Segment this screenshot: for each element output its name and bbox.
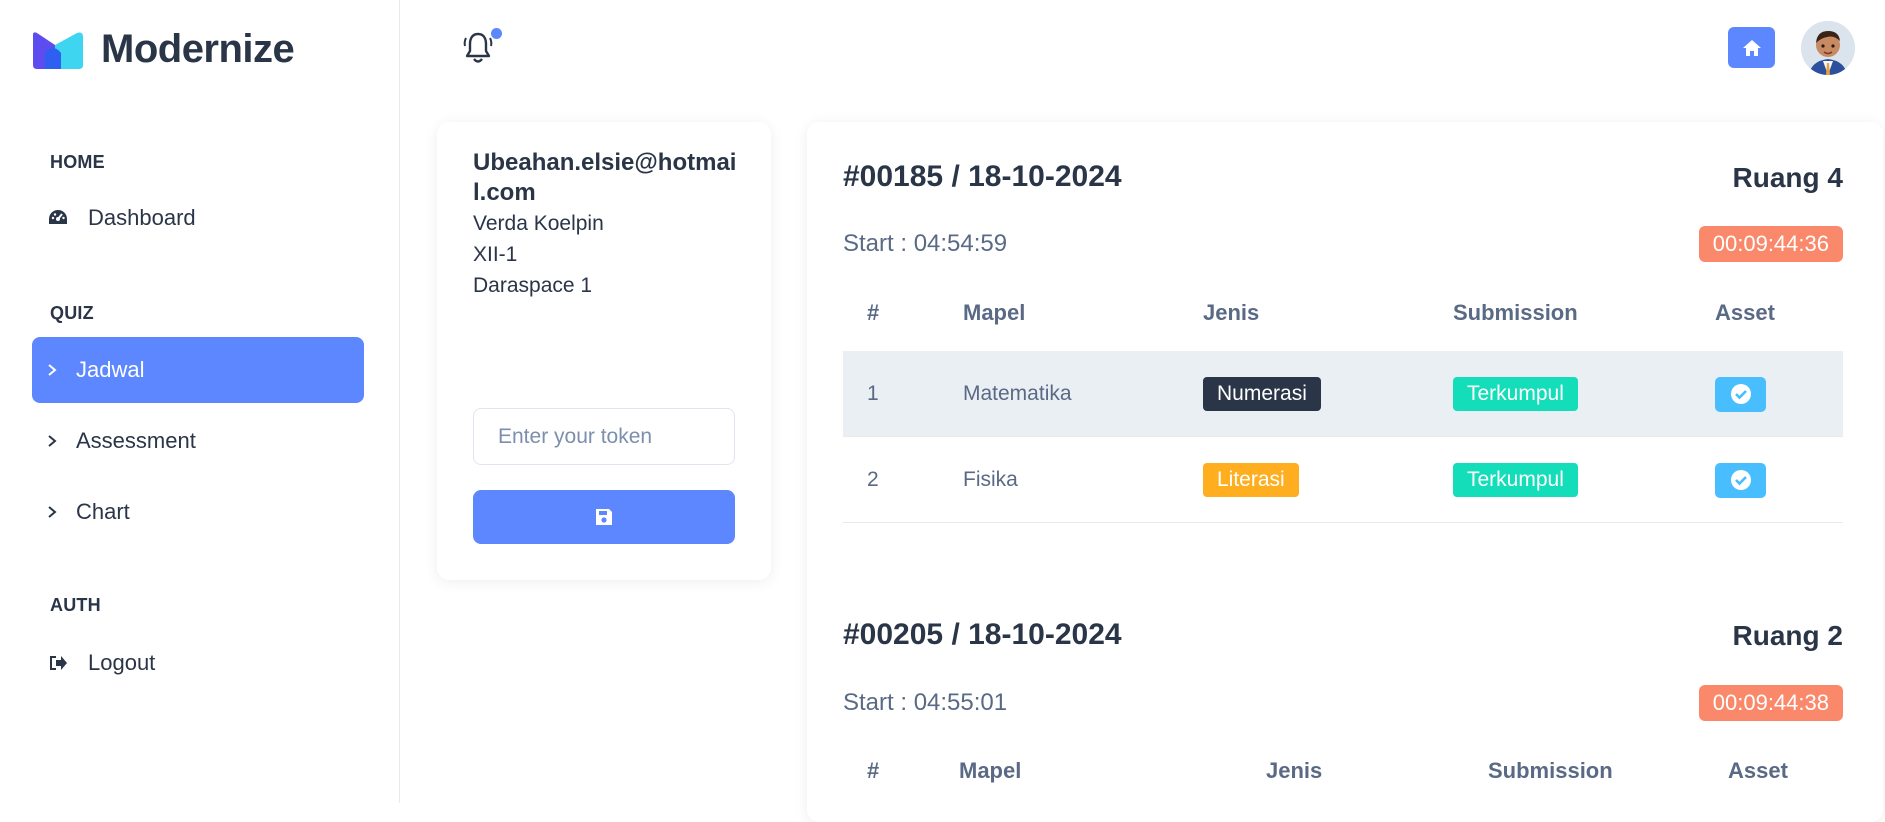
- avatar-image: [1801, 21, 1855, 75]
- column-header: #: [867, 758, 880, 783]
- exam-timer: 00:09:44:38: [1698, 685, 1843, 721]
- submission-badge: Terkumpul: [1453, 463, 1578, 497]
- schedule-card: #00185 / 18-10-2024 Ruang 4 Start : 04:5…: [807, 122, 1883, 822]
- exam-title: #00205 / 18-10-2024: [843, 618, 1122, 651]
- section-title-quiz: QUIZ: [50, 303, 94, 323]
- save-button[interactable]: [473, 490, 735, 544]
- exam-table: # Mapel Jenis Submission Asset: [843, 750, 1843, 810]
- sidebar-item-dashboard[interactable]: Dashboard: [32, 185, 364, 251]
- brand-logo-icon: [33, 31, 83, 69]
- sidebar: Modernize HOME Dashboard QUIZ Jadwal Ass…: [0, 0, 400, 803]
- section-title-home: HOME: [50, 152, 105, 172]
- column-header: Jenis: [1203, 300, 1260, 325]
- exam-title: #00185 / 18-10-2024: [843, 160, 1122, 193]
- brand[interactable]: Modernize: [31, 27, 295, 72]
- jenis-badge: Numerasi: [1203, 377, 1321, 411]
- column-header: #: [867, 300, 880, 325]
- row-number: 2: [867, 468, 879, 491]
- home-button[interactable]: [1728, 27, 1775, 68]
- row-mapel: Fisika: [963, 468, 1018, 491]
- sidebar-item-logout[interactable]: Logout: [32, 630, 364, 696]
- exam-room: Ruang 4: [1732, 162, 1843, 193]
- column-header: Submission: [1453, 300, 1578, 325]
- token-input[interactable]: [473, 408, 735, 465]
- profile-name: Verda Koelpin: [473, 212, 604, 235]
- row-number: 1: [867, 382, 879, 405]
- profile-school: Daraspace 1: [473, 274, 593, 297]
- exam-timer: 00:09:44:36: [1698, 226, 1843, 262]
- sidebar-item-label: Logout: [88, 650, 156, 675]
- exam-start: Start : 04:55:01: [843, 689, 1008, 716]
- sidebar-item-chart[interactable]: Chart: [32, 479, 364, 545]
- check-circle-icon: [1730, 470, 1751, 490]
- column-header: Asset: [1715, 300, 1775, 325]
- chevron-right-icon: [46, 358, 58, 382]
- sidebar-item-label: Chart: [76, 499, 130, 524]
- column-header: Asset: [1728, 758, 1788, 783]
- dashboard-icon: [46, 206, 70, 230]
- column-header: Submission: [1488, 758, 1613, 783]
- asset-button[interactable]: [1715, 462, 1766, 498]
- table-row: 2 Fisika Literasi Terkumpul: [843, 437, 1843, 523]
- asset-button[interactable]: [1715, 376, 1766, 412]
- column-header: Mapel: [959, 758, 1022, 783]
- sidebar-item-assessment[interactable]: Assessment: [32, 408, 364, 474]
- submission-badge: Terkumpul: [1453, 377, 1578, 411]
- save-icon: [596, 509, 612, 525]
- table-row: 1 Matematika Numerasi Terkumpul: [843, 351, 1843, 437]
- section-title-auth: AUTH: [50, 595, 101, 615]
- sidebar-item-jadwal[interactable]: Jadwal: [32, 337, 364, 403]
- column-header: Jenis: [1266, 758, 1323, 783]
- brand-name: Modernize: [101, 27, 295, 71]
- chevron-right-icon: [46, 500, 58, 524]
- bell-icon[interactable]: [462, 30, 494, 66]
- sidebar-item-label: Dashboard: [88, 205, 196, 230]
- exam-room: Ruang 2: [1732, 620, 1843, 651]
- profile-email: Ubeahan.elsie@hotmail.com: [473, 149, 737, 206]
- chevron-right-icon: [46, 429, 58, 453]
- profile-card: Ubeahan.elsie@hotmail.com Verda Koelpin …: [437, 122, 771, 580]
- row-mapel: Matematika: [963, 382, 1072, 405]
- sidebar-item-label: Assessment: [76, 428, 196, 453]
- check-circle-icon: [1730, 384, 1751, 404]
- jenis-badge: Literasi: [1203, 463, 1299, 497]
- column-header: Mapel: [963, 300, 1026, 325]
- avatar[interactable]: [1801, 21, 1855, 75]
- exam-start: Start : 04:54:59: [843, 230, 1008, 257]
- notification-dot: [491, 28, 502, 39]
- exam-table: # Mapel Jenis Submission Asset 1 Matemat…: [843, 290, 1843, 550]
- logout-icon: [46, 651, 70, 675]
- sidebar-item-label: Jadwal: [76, 357, 145, 382]
- home-icon: [1742, 39, 1761, 56]
- profile-class: XII-1: [473, 243, 518, 266]
